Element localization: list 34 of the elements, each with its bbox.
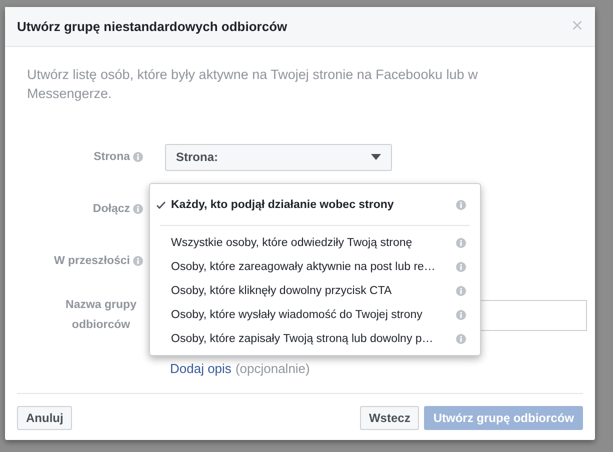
menu-item[interactable]: Osoby, które wysłały wiadomość do Twojej strony — [150, 303, 480, 327]
menu-item-label: Osoby, które wysłały wiadomość do Twojej strony — [171, 309, 424, 321]
field-label: W przeszłości — [54, 254, 130, 269]
menu-item-label: Wszystkie osoby, które odwiedziły Twoją stronę — [171, 237, 414, 249]
description: Utwórz listę osób, które były aktywne na Twojej stronie na Facebooku lub w Messengerze. — [27, 66, 479, 103]
info-icon[interactable] — [133, 152, 143, 162]
dialog-button[interactable]: Wstecz — [360, 406, 420, 430]
optional-hint: (opcjonalnie) — [235, 361, 310, 376]
menu-item[interactable]: Osoby, które zareagowały aktywnie na post lub re… — [150, 255, 480, 279]
check-icon — [156, 200, 166, 210]
field-label: Dołącz — [92, 202, 130, 217]
menu-item-label: Osoby, które kliknęły dowolny przycisk CTA — [171, 285, 393, 297]
menu-item-label: Osoby, które zareagowały aktywnie na post lub re… — [171, 261, 436, 273]
info-icon[interactable] — [133, 204, 143, 214]
menu-item[interactable]: Osoby, które zapisały Twoją stroną lub dowolny p… — [150, 327, 480, 351]
field-label: Nazwa grupy odbiorców — [64, 298, 138, 333]
menu-item[interactable]: Wszystkie osoby, które odwiedziły Twoją stronę — [150, 231, 480, 255]
dialog-button[interactable]: Anuluj — [17, 406, 72, 430]
info-icon[interactable] — [456, 200, 466, 210]
info-icon[interactable] — [133, 256, 143, 266]
menu-item-label: Każdy, kto podjął działanie wobec strony — [171, 199, 395, 211]
info-icon[interactable] — [456, 238, 466, 248]
field-label: Strona — [94, 150, 130, 165]
menu-item[interactable]: Każdy, kto podjął działanie wobec strony — [150, 190, 480, 220]
add-description-link[interactable]: Dodaj opis — [170, 361, 232, 376]
info-icon[interactable] — [456, 310, 466, 320]
info-icon[interactable] — [456, 262, 466, 272]
dialog-title: Utwórz grupę niestandardowych odbiorców — [17, 19, 288, 34]
page-select[interactable]: Strona: — [165, 144, 392, 170]
menu-item-label: Osoby, które zapisały Twoją stroną lub dowolny p… — [171, 333, 434, 345]
caret-icon — [371, 154, 381, 160]
info-icon[interactable] — [456, 334, 466, 344]
menu-item[interactable]: Osoby, które kliknęły dowolny przycisk CTA — [150, 279, 480, 303]
info-icon[interactable] — [456, 286, 466, 296]
